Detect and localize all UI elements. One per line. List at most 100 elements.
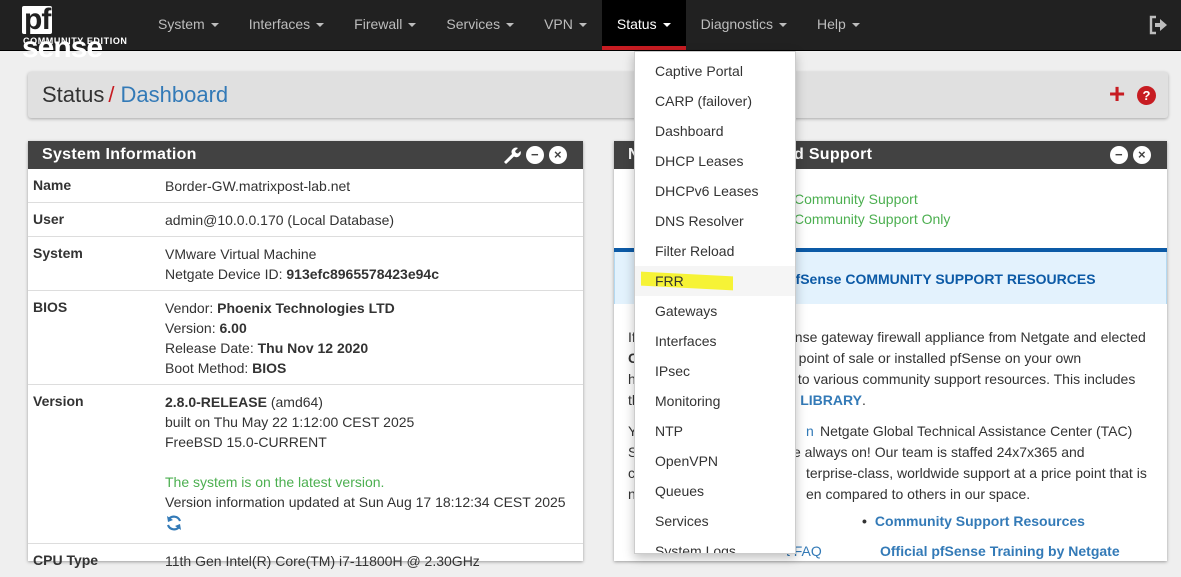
page-header: Status / Dashboard + ? <box>28 72 1168 118</box>
support-line-1: Community Support <box>794 191 918 207</box>
panel-title-right: d Support <box>794 146 873 163</box>
help-icon[interactable]: ? <box>1137 86 1156 105</box>
version-built: built on Thu May 22 1:12:00 CEST 2025 <box>165 414 415 430</box>
version-updated: Version information updated at Sun Aug 1… <box>165 494 566 510</box>
row-value: VMware Virtual Machine Netgate Device ID… <box>165 237 583 290</box>
caret-down-icon <box>851 23 860 28</box>
row-label: CPU Type <box>33 552 99 568</box>
close-icon[interactable]: × <box>549 146 567 164</box>
breadcrumb-parent[interactable]: Status <box>42 82 104 107</box>
menu-item-gateways[interactable]: Gateways <box>635 296 795 326</box>
main-nav: System Interfaces Firewall Services VPN … <box>143 0 875 50</box>
nav-status[interactable]: Status <box>601 0 686 50</box>
bios-date: Thu Nov 12 2020 <box>257 340 369 356</box>
menu-item-label: System Logs <box>655 543 736 554</box>
version-os: FreeBSD 15.0-CURRENT <box>165 434 327 450</box>
panel-title: System Information <box>42 146 197 163</box>
menu-item-monitoring[interactable]: Monitoring <box>635 386 795 416</box>
menu-item-label: Queues <box>655 483 705 499</box>
version-release: 2.8.0-RELEASE <box>165 394 267 410</box>
table-row: System VMware Virtual Machine Netgate De… <box>28 236 583 290</box>
logo-pf: pf <box>22 3 53 36</box>
caret-down-icon <box>778 23 787 28</box>
menu-item-label: IPsec <box>655 363 691 379</box>
breadcrumb-current[interactable]: Dashboard <box>121 82 229 107</box>
nav-help[interactable]: Help <box>802 0 875 50</box>
row-value: Border-GW.matrixpost-lab.net <box>165 178 351 194</box>
menu-item-carp[interactable]: CARP (failover) <box>635 86 795 116</box>
add-widget-icon[interactable]: + <box>1106 80 1128 108</box>
table-row: CPU Type 11th Gen Intel(R) Core(TM) i7-1… <box>28 543 583 577</box>
caret-down-icon <box>578 23 587 28</box>
minimize-icon[interactable]: − <box>526 146 544 164</box>
menu-item-filter-reload[interactable]: Filter Reload <box>635 236 795 266</box>
system-type: VMware Virtual Machine <box>165 246 317 262</box>
nav-diagnostics[interactable]: Diagnostics <box>686 0 802 50</box>
bios-date-line: Release Date: Thu Nov 12 2020 <box>165 338 583 358</box>
resources-heading: ofSense COMMUNITY SUPPORT RESOURCES <box>787 271 1096 287</box>
logout-icon[interactable] <box>1147 14 1169 36</box>
menu-item-system-logs[interactable]: System Logs <box>635 536 795 554</box>
bios-boot-prefix: Boot Method: <box>165 360 253 376</box>
wrench-icon[interactable] <box>501 146 521 164</box>
menu-item-openvpn[interactable]: OpenVPN <box>635 446 795 476</box>
nav-interfaces[interactable]: Interfaces <box>234 0 339 50</box>
refresh-icon[interactable] <box>165 514 183 532</box>
bios-boot-line: Boot Method: BIOS <box>165 358 583 378</box>
panel-heading: System Information − × <box>28 141 583 169</box>
bios-version-prefix: Version: <box>165 320 220 336</box>
nav-system-label: System <box>158 16 205 32</box>
system-information-panel: System Information − × Name Border-GW.ma… <box>28 141 583 569</box>
menu-item-ntp[interactable]: NTP <box>635 416 795 446</box>
nav-help-label: Help <box>816 16 846 32</box>
device-id-prefix: Netgate Device ID: <box>165 266 287 282</box>
pfsense-logo[interactable]: pfsense COMMUNITY EDITION <box>22 3 132 63</box>
menu-item-label: CARP (failover) <box>655 93 752 109</box>
version-line: 2.8.0-RELEASE (amd64) <box>165 392 583 412</box>
text-fragment: e always on! Our team is staffed 24x7x36… <box>793 444 1085 460</box>
menu-item-dns-resolver[interactable]: DNS Resolver <box>635 206 795 236</box>
caret-down-icon <box>210 23 219 28</box>
menu-item-captive-portal[interactable]: Captive Portal <box>635 56 795 86</box>
menu-item-label: Interfaces <box>655 333 717 349</box>
nav-firewall[interactable]: Firewall <box>339 0 431 50</box>
version-arch: (amd64) <box>266 394 323 410</box>
caret-down-icon <box>662 23 671 28</box>
menu-item-dhcpv6-leases[interactable]: DHCPv6 Leases <box>635 176 795 206</box>
menu-item-label: Monitoring <box>655 393 721 409</box>
menu-item-ipsec[interactable]: IPsec <box>635 356 795 386</box>
nav-vpn[interactable]: VPN <box>529 0 602 50</box>
bios-vendor: Phoenix Technologies LTD <box>217 300 395 316</box>
text-fragment: Netgate Global Technical Assistance Cent… <box>820 423 1133 439</box>
community-support-resources-link[interactable]: Community Support Resources <box>862 513 1085 529</box>
menu-item-dhcp-leases[interactable]: DHCP Leases <box>635 146 795 176</box>
library-link[interactable]: E LIBRARY <box>787 392 862 408</box>
text-fragment: ense gateway firewall appliance from Net… <box>787 329 1146 345</box>
status-dropdown-menu: Captive Portal CARP (failover) Dashboard… <box>634 51 796 554</box>
menu-item-dashboard[interactable]: Dashboard <box>635 116 795 146</box>
row-value: 2.8.0-RELEASE (amd64) built on Thu May 2… <box>165 385 583 543</box>
nav-services[interactable]: Services <box>431 0 529 50</box>
nav-services-label: Services <box>446 16 501 32</box>
nav-firewall-label: Firewall <box>354 16 403 32</box>
nav-interfaces-label: Interfaces <box>248 16 311 32</box>
menu-item-label: Filter Reload <box>655 243 735 259</box>
caret-down-icon <box>408 23 417 28</box>
menu-item-label: DHCPv6 Leases <box>655 183 759 199</box>
row-value: Vendor: Phoenix Technologies LTD Version… <box>165 291 583 384</box>
menu-item-label: DHCP Leases <box>655 153 744 169</box>
menu-item-queues[interactable]: Queues <box>635 476 795 506</box>
menu-item-frr[interactable]: FRR <box>635 266 795 296</box>
menu-item-label: DNS Resolver <box>655 213 744 229</box>
close-icon[interactable]: × <box>1133 146 1151 164</box>
menu-item-label: NTP <box>655 423 683 439</box>
bios-boot: BIOS <box>252 360 287 376</box>
menu-item-services[interactable]: Services <box>635 506 795 536</box>
menu-item-interfaces[interactable]: Interfaces <box>635 326 795 356</box>
row-label: User <box>33 211 65 227</box>
minimize-icon[interactable]: − <box>1110 146 1128 164</box>
breadcrumb: Status / Dashboard <box>42 82 228 108</box>
text-fragment: . <box>861 392 866 408</box>
nav-system[interactable]: System <box>143 0 234 50</box>
menu-item-label: Dashboard <box>655 123 724 139</box>
